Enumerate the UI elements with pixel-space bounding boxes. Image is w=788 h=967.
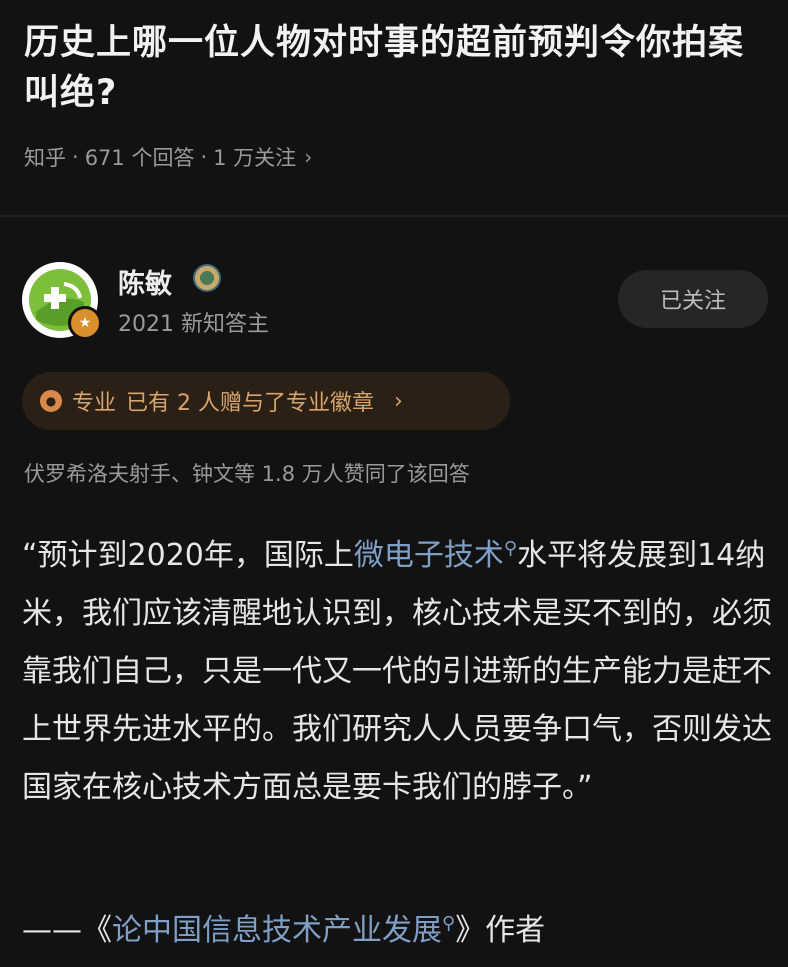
avatar[interactable]: ★ [22, 262, 102, 340]
divider [0, 215, 788, 217]
link-text: 论中国信息技术产业发展 [112, 913, 442, 948]
pro-label: 专业 [72, 391, 117, 416]
answers-count: 671 个回答 [84, 146, 195, 170]
chevron-right-icon: › [304, 145, 313, 169]
author-subtitle: 2021 新知答主 [118, 312, 269, 337]
author-name[interactable]: 陈敏 [118, 262, 172, 301]
medal-icon: ● [40, 390, 62, 412]
answer-body: “预计到2020年，国际上微电子技术⚲水平将发展到14纳米，我们应该清醒地认识到… [22, 520, 772, 817]
source-suffix: 》作者 [455, 913, 546, 948]
likes-summary[interactable]: 伏罗希洛夫射手、钟文等 1.8 万人赞同了该回答 [24, 458, 470, 488]
professional-badge-bar[interactable]: ● 专业 已有 2 人赠与了专业徽章 › [22, 372, 510, 430]
search-link[interactable]: 微电子技术⚲ [354, 538, 517, 573]
follow-button[interactable]: 已关注 [618, 270, 768, 328]
search-hint-icon: ⚲ [442, 913, 456, 934]
link-text: 微电子技术 [353, 538, 504, 573]
body-text: 水平将发展到14纳米，我们应该清醒地认识到，核心技术是买不到的，必须靠我们自己，… [22, 538, 772, 805]
search-link[interactable]: 论中国信息技术产业发展⚲ [112, 913, 455, 948]
meta-separator: · [72, 145, 79, 169]
pro-text: 已有 2 人赠与了专业徽章 [126, 391, 374, 416]
chevron-right-icon: › [394, 388, 403, 414]
star-icon: ★ [68, 306, 102, 340]
source-line: ——《论中国信息技术产业发展⚲》作者 [22, 905, 545, 949]
body-text: “预计到2020年，国际上 [22, 538, 354, 573]
question-meta[interactable]: 知乎 · 671 个回答 · 1 万关注 › [24, 142, 312, 172]
source-prefix: ——《 [22, 913, 112, 948]
badge-icon[interactable] [193, 264, 221, 292]
followers-count: 1 万关注 [213, 146, 297, 170]
source-label: 知乎 [24, 146, 66, 170]
meta-separator: · [200, 145, 208, 169]
question-title[interactable]: 历史上哪一位人物对时事的超前预判令你拍案叫绝? [24, 18, 764, 118]
search-hint-icon: ⚲ [503, 538, 518, 559]
